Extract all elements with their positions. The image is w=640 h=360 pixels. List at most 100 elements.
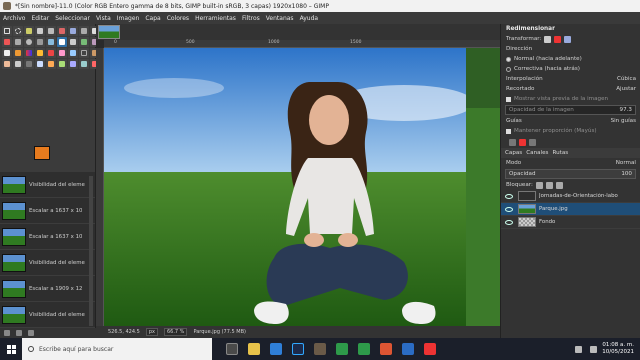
visibility-eye-icon[interactable] xyxy=(505,193,513,199)
red-app-icon[interactable] xyxy=(424,343,436,355)
airbrush-tool-icon[interactable] xyxy=(68,48,78,58)
free-select-tool-icon[interactable] xyxy=(24,26,34,36)
interpolation-row[interactable]: Interpolación Cúbica xyxy=(501,74,640,84)
keep-ratio-row[interactable]: Mantener proporción (Mayús) xyxy=(501,126,640,136)
menu-archivo[interactable]: Archivo xyxy=(3,15,25,22)
gradient-tool-icon[interactable] xyxy=(24,48,34,58)
clear-history-icon[interactable] xyxy=(28,330,34,336)
network-icon[interactable] xyxy=(575,345,583,353)
visibility-eye-icon[interactable] xyxy=(505,206,513,212)
shear-tool-icon[interactable] xyxy=(35,37,45,47)
menu-capa[interactable]: Capa xyxy=(145,15,160,22)
transform-selection-icon[interactable] xyxy=(554,35,562,43)
bucket-fill-tool-icon[interactable] xyxy=(13,48,23,58)
dodge-burn-tool-icon[interactable] xyxy=(24,59,34,69)
image-tab[interactable] xyxy=(98,25,120,39)
image-opacity-slider[interactable]: Opacidad de la imagen 97.3 xyxy=(505,105,636,115)
interpolation-select[interactable]: Cúbica xyxy=(617,76,636,82)
excel-icon[interactable] xyxy=(336,343,348,355)
clock[interactable]: 01:08 a. m. 10/05/2021 xyxy=(602,342,634,356)
text-tool-icon[interactable] xyxy=(2,48,12,58)
menu-filtros[interactable]: Filtros xyxy=(242,15,260,22)
layer-row[interactable]: Fondo xyxy=(501,216,640,229)
perspective-tool-icon[interactable] xyxy=(46,37,56,47)
color-swatches[interactable] xyxy=(34,146,60,168)
eraser-tool-icon[interactable] xyxy=(57,48,67,58)
handle-transform-tool-icon[interactable] xyxy=(68,59,78,69)
photoshop-icon[interactable] xyxy=(292,343,304,355)
radio-icon[interactable] xyxy=(506,56,511,62)
start-button[interactable] xyxy=(0,338,22,360)
reset-options-icon[interactable] xyxy=(529,138,536,146)
clipping-select[interactable]: Ajustar xyxy=(616,86,636,92)
layer-row[interactable]: Jornadas-de-Orientación-labo xyxy=(501,190,640,203)
heal-tool-icon[interactable] xyxy=(2,59,12,69)
history-item[interactable]: Escalar a 1637 x 10 xyxy=(0,224,95,250)
lock-pixels-icon[interactable] xyxy=(535,181,543,189)
scale-tool-icon[interactable] xyxy=(57,37,67,47)
gimp-icon[interactable] xyxy=(314,343,326,355)
history-item[interactable]: Visibilidad del eleme xyxy=(0,302,95,328)
cage-tool-icon[interactable] xyxy=(79,37,89,47)
redo-icon[interactable] xyxy=(16,330,22,336)
mode-select[interactable]: Normal xyxy=(616,160,636,166)
task-view-icon[interactable] xyxy=(226,343,238,355)
menu-editar[interactable]: Editar xyxy=(31,15,49,22)
zoom-tool-icon[interactable] xyxy=(24,37,34,47)
menu-imagen[interactable]: Imagen xyxy=(117,15,140,22)
foreground-select-tool-icon[interactable] xyxy=(57,26,67,36)
history-scrollbar[interactable] xyxy=(89,176,93,326)
horizontal-ruler[interactable]: 0 500 1000 1500 xyxy=(104,40,500,48)
menu-ventanas[interactable]: Ventanas xyxy=(266,15,294,22)
edge-browser-icon[interactable] xyxy=(270,343,282,355)
pencil-tool-icon[interactable] xyxy=(35,48,45,58)
measure-tool-icon[interactable] xyxy=(13,37,23,47)
menu-colores[interactable]: Colores xyxy=(167,15,189,22)
history-item[interactable]: Escalar a 1637 x 10 xyxy=(0,198,95,224)
direction-normal-option[interactable]: Normal (hacia adelante) xyxy=(501,54,640,64)
layer-opacity-slider[interactable]: Opacidad 100 xyxy=(505,169,636,179)
green-app-icon[interactable] xyxy=(358,343,370,355)
scissors-tool-icon[interactable] xyxy=(46,26,56,36)
history-item[interactable]: Visibilidad del eleme xyxy=(0,172,95,198)
transform-layer-icon[interactable] xyxy=(544,35,552,43)
checkbox-icon[interactable] xyxy=(506,96,511,102)
save-options-icon[interactable] xyxy=(509,138,516,146)
undo-icon[interactable] xyxy=(4,330,10,336)
file-explorer-icon[interactable] xyxy=(248,343,260,355)
ellipse-select-tool-icon[interactable] xyxy=(13,26,23,36)
fuzzy-select-tool-icon[interactable] xyxy=(35,26,45,36)
smudge-tool-icon[interactable] xyxy=(13,59,23,69)
volume-icon[interactable] xyxy=(590,345,598,353)
guides-select[interactable]: Sin guías xyxy=(611,118,636,124)
color-picker-tool-icon[interactable] xyxy=(46,59,56,69)
tab-canales[interactable]: Canales xyxy=(526,150,548,156)
tab-rutas[interactable]: Rutas xyxy=(552,150,568,156)
delete-options-icon[interactable] xyxy=(519,138,526,146)
menu-seleccionar[interactable]: Seleccionar xyxy=(55,15,90,22)
history-item[interactable]: Escalar a 1909 x 12 xyxy=(0,276,95,302)
visibility-eye-icon[interactable] xyxy=(505,219,513,225)
menu-herramientas[interactable]: Herramientas xyxy=(195,15,236,22)
checkbox-icon[interactable] xyxy=(506,128,511,134)
zoom-selector[interactable]: 66.7 % xyxy=(163,328,188,336)
lock-alpha-icon[interactable] xyxy=(555,181,563,189)
transform-path-icon[interactable] xyxy=(564,35,572,43)
menu-ayuda[interactable]: Ayuda xyxy=(300,15,319,22)
layer-row[interactable]: Parque.jpg xyxy=(501,203,640,216)
guides-row[interactable]: Guías Sin guías xyxy=(501,116,640,126)
path-tool-icon[interactable] xyxy=(35,59,45,69)
history-item[interactable]: Visibilidad del eleme xyxy=(0,250,95,276)
powerpoint-icon[interactable] xyxy=(380,343,392,355)
preview-row[interactable]: Mostrar vista previa de la imagen xyxy=(501,94,640,104)
lock-position-icon[interactable] xyxy=(545,181,553,189)
blur-tool-icon[interactable] xyxy=(57,59,67,69)
direction-corrective-option[interactable]: Correctiva (hacia atrás) xyxy=(501,64,640,74)
foreground-color-swatch[interactable] xyxy=(34,146,50,160)
paintbrush-tool-icon[interactable] xyxy=(46,48,56,58)
menu-vista[interactable]: Vista xyxy=(96,15,111,22)
unit-selector[interactable]: px xyxy=(145,328,158,336)
flip-tool-icon[interactable] xyxy=(68,37,78,47)
align-tool-icon[interactable] xyxy=(2,37,12,47)
rotate-tool-icon[interactable] xyxy=(79,26,89,36)
